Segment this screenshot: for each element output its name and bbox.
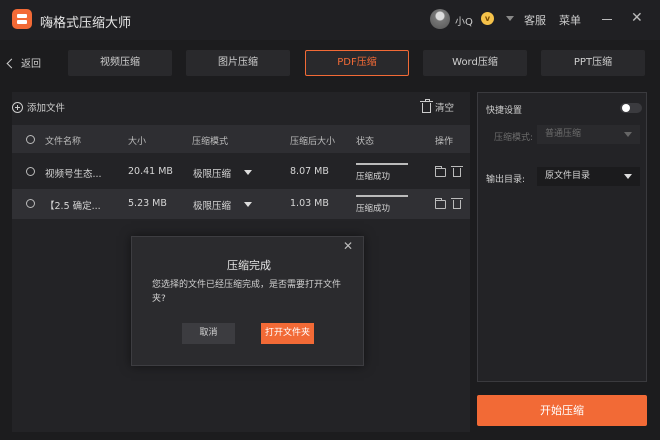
header-actions: 操作: [435, 137, 454, 147]
back-label: 返回: [21, 59, 41, 70]
trash-icon: [420, 98, 433, 113]
dialog-close-icon[interactable]: ✕: [343, 240, 353, 252]
chevron-down-icon[interactable]: [244, 170, 252, 175]
chevron-down-icon: [624, 174, 632, 179]
chevron-down-icon[interactable]: [244, 202, 252, 207]
tab-word[interactable]: Word压缩: [423, 50, 527, 76]
dialog-open-folder-button[interactable]: 打开文件夹: [261, 323, 314, 344]
customer-service-link[interactable]: 客服: [524, 12, 546, 28]
header-size: 大小: [128, 137, 147, 147]
add-file-button[interactable]: 添加文件: [12, 100, 65, 114]
trash-icon[interactable]: [451, 198, 463, 209]
chevron-down-icon[interactable]: [506, 16, 514, 21]
header-status: 状态: [356, 137, 375, 147]
header-mode: 压缩模式: [192, 137, 229, 147]
header-filename: 文件名称: [45, 137, 82, 147]
header-after-size: 压缩后大小: [290, 137, 336, 147]
output-dir-select[interactable]: 原文件目录: [537, 167, 640, 186]
row-mode[interactable]: 极限压缩: [193, 198, 231, 212]
clear-label: 清空: [435, 103, 455, 114]
mode-select[interactable]: 普通压缩: [537, 125, 640, 144]
app-title: 嗨格式压缩大师: [40, 16, 132, 31]
row-filename: 【2.5 确定...: [45, 201, 101, 212]
minimize-icon[interactable]: [602, 19, 612, 20]
app-logo-icon: [12, 9, 32, 29]
chevron-left-icon: [6, 58, 17, 68]
row-radio[interactable]: [26, 199, 35, 208]
row-mode[interactable]: 极限压缩: [193, 166, 231, 180]
select-all-radio[interactable]: [26, 135, 35, 144]
row-status: 压缩成功: [356, 204, 391, 214]
row-size: 20.41 MB: [128, 166, 173, 177]
close-icon[interactable]: ✕: [631, 11, 643, 25]
menu-link[interactable]: 菜单: [559, 12, 581, 28]
dialog-cancel-button[interactable]: 取消: [182, 323, 235, 344]
tab-pdf[interactable]: PDF压缩: [305, 50, 409, 76]
row-filename: 视频号生态...: [45, 169, 102, 180]
tab-ppt[interactable]: PPT压缩: [541, 50, 645, 76]
mode-label: 压缩模式:: [494, 133, 534, 143]
plus-circle-icon: [12, 102, 23, 113]
folder-icon[interactable]: [435, 198, 446, 209]
progress-bar: [356, 195, 408, 197]
chevron-down-icon: [624, 132, 632, 137]
add-file-label: 添加文件: [27, 103, 66, 114]
tab-image[interactable]: 图片压缩: [186, 50, 290, 76]
folder-icon[interactable]: [435, 166, 446, 177]
back-button[interactable]: 返回: [6, 55, 41, 70]
quick-settings-label: 快捷设置: [486, 106, 523, 116]
row-size: 5.23 MB: [128, 198, 167, 209]
dialog-message: 您选择的文件已经压缩完成，是否需要打开文件夹?: [152, 280, 342, 304]
user-name[interactable]: 小Q: [455, 13, 473, 28]
row-after-size: 1.03 MB: [290, 198, 329, 209]
tab-video[interactable]: 视频压缩: [68, 50, 172, 76]
row-radio[interactable]: [26, 167, 35, 176]
progress-bar: [356, 163, 408, 165]
quick-settings-toggle[interactable]: [620, 103, 642, 113]
dialog-title: 压缩完成: [227, 259, 271, 272]
vip-badge-icon: v: [481, 12, 494, 25]
row-after-size: 8.07 MB: [290, 166, 329, 177]
clear-button[interactable]: 清空: [420, 98, 455, 114]
row-status: 压缩成功: [356, 172, 391, 182]
mode-select-value: 普通压缩: [545, 129, 582, 139]
output-dir-value: 原文件目录: [545, 171, 591, 181]
trash-icon[interactable]: [451, 166, 463, 177]
user-avatar[interactable]: [430, 9, 450, 29]
output-dir-label: 输出目录:: [486, 175, 526, 185]
start-compress-button[interactable]: 开始压缩: [477, 395, 647, 426]
